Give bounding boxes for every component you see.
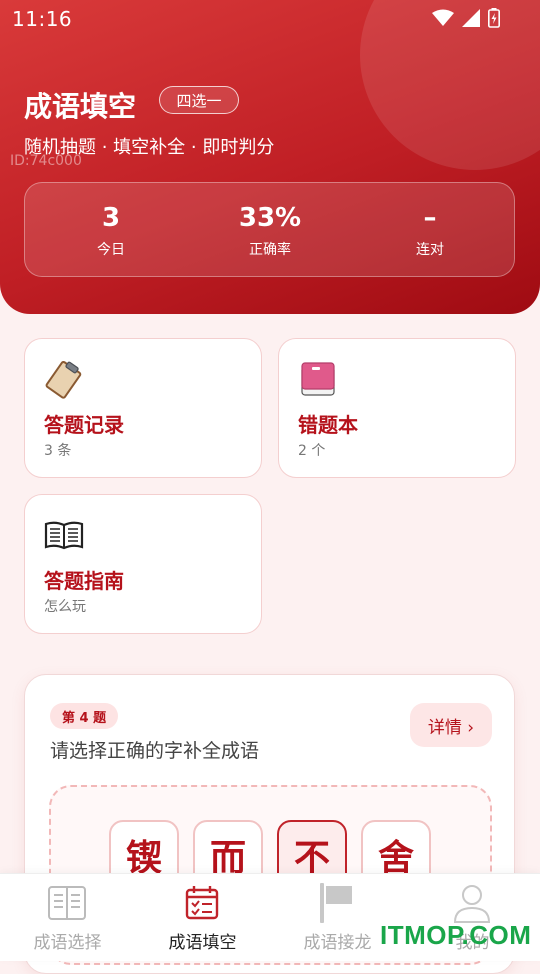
clipboard-icon [45,361,82,399]
wifi-icon [432,9,454,26]
nav-item-idiom-select[interactable]: 成语选择 [0,874,135,961]
person-icon [453,885,491,923]
stat-value: 33% [238,203,302,233]
card-subtitle: 3 条 [44,443,72,459]
nav-item-idiom-fill[interactable]: 成语填空 [135,874,270,961]
records-card[interactable]: 答题记录 3 条 [24,338,262,478]
id-tag: ID:74c000 [10,153,82,169]
signal-icon [462,9,480,27]
stat-accuracy: 33% 正确率 [190,183,350,259]
guide-card[interactable]: 答题指南 怎么玩 [24,494,262,634]
card-title: 错题本 [298,413,358,437]
mode-badge: 四选一 [159,86,239,114]
stat-value: 3 [101,203,121,233]
card-subtitle: 2 个 [298,443,326,459]
stat-label: 正确率 [249,242,291,258]
nav-label: 成语填空 [168,933,237,953]
mistakes-card[interactable]: 错题本 2 个 [278,338,516,478]
status-time: 11:16 [12,7,73,31]
nav-label: 成语选择 [33,933,102,953]
stat-label: 今日 [97,242,125,258]
calendar-icon [185,886,219,920]
detail-button[interactable]: 详情 › [410,703,492,747]
stat-label: 连对 [416,242,444,258]
stat-today: 3 今日 [31,183,191,259]
open-book-icon [44,521,84,550]
question-prompt: 请选择正确的字补全成语 [50,740,260,762]
panel-icon [48,886,86,920]
flag-icon [320,883,352,923]
book-icon [301,362,335,396]
stat-streak: – 连对 [350,183,510,259]
card-title: 答题记录 [44,413,124,437]
card-title: 答题指南 [44,569,124,593]
header: 11:16 成语填空 四选一 随机抽题 · 填空补全 · 即时判分 ID:74c… [0,0,540,314]
battery-icon [488,8,500,28]
card-subtitle: 怎么玩 [44,599,86,615]
page-title: 成语填空 [24,90,137,123]
watermark-text: ITMOP.COM [380,920,532,950]
status-icons [432,8,500,28]
stats-panel: 3 今日 33% 正确率 – 连对 [24,182,515,277]
stat-value: – [423,203,437,233]
question-number-badge: 第 4 题 [50,703,119,729]
